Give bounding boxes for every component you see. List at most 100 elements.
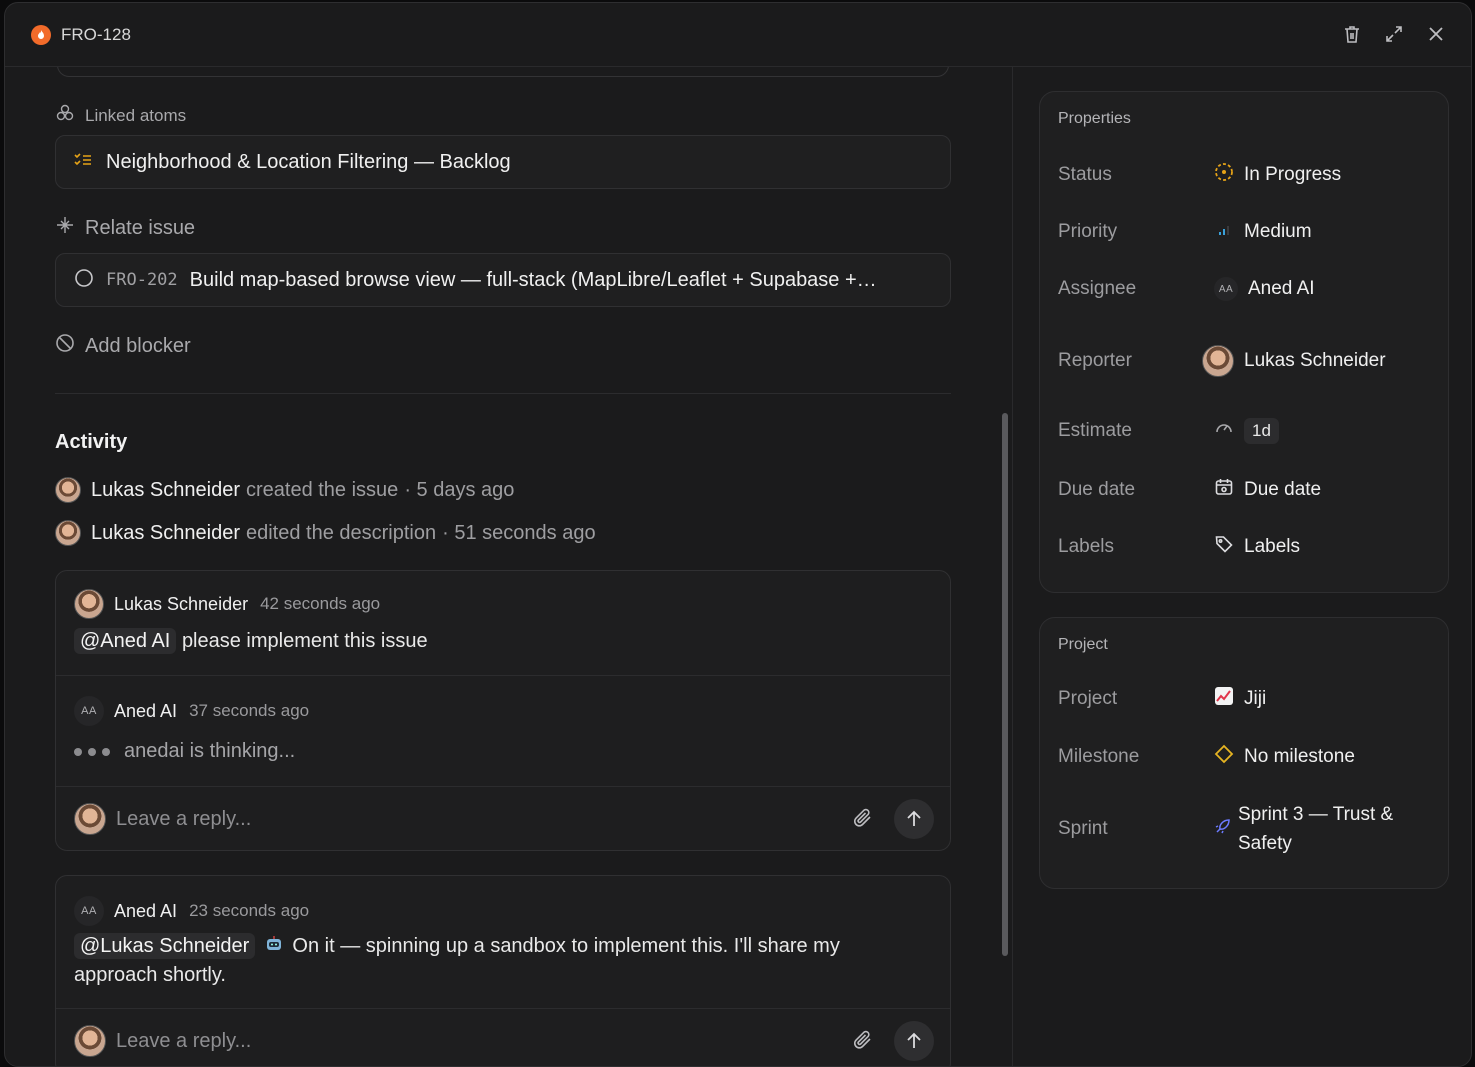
reply-placeholder[interactable]: Leave a reply...	[116, 808, 251, 831]
atoms-icon	[55, 103, 75, 128]
activity-title: Activity	[55, 431, 128, 453]
estimate-chip: 1d	[1244, 418, 1279, 444]
activity-author: Lukas Schneider	[91, 521, 240, 544]
activity-author: Lukas Schneider	[91, 478, 240, 501]
project-title: Project	[1058, 636, 1108, 653]
mention-chip[interactable]: @Lukas Schneider	[74, 933, 256, 959]
linked-atom-row[interactable]: Neighborhood & Location Filtering — Back…	[55, 135, 951, 189]
assignee-label: Assignee	[1058, 278, 1137, 299]
expand-icon[interactable]	[1383, 23, 1405, 45]
arrow-up-icon	[907, 1032, 921, 1048]
checklist-icon	[74, 152, 92, 173]
project-property[interactable]: Project Jiji	[1058, 686, 1438, 712]
assignee-avatar: AA	[1214, 277, 1238, 301]
related-issue-row[interactable]: FRO-202 Build map-based browse view — fu…	[55, 253, 951, 307]
in-progress-icon	[1214, 162, 1234, 188]
estimate-label: Estimate	[1058, 420, 1132, 441]
relate-issue-button[interactable]: Relate issue	[55, 215, 195, 241]
add-blocker-label: Add blocker	[85, 334, 191, 357]
top-bar: FRO-128	[5, 3, 1471, 67]
assignee-value: Aned AI	[1248, 278, 1315, 299]
due-date-property[interactable]: Due date Due date	[1058, 477, 1438, 503]
avatar	[74, 589, 104, 619]
milestone-property[interactable]: Milestone No milestone	[1058, 744, 1438, 770]
status-value: In Progress	[1244, 164, 1342, 185]
dot-icon	[74, 747, 82, 756]
activity-time: · 5 days ago	[404, 478, 515, 501]
diamond-icon	[1214, 744, 1234, 770]
sprint-value-line1: Sprint 3 — Trust &	[1238, 804, 1394, 825]
divider	[55, 393, 951, 394]
comment-time: 23 seconds ago	[189, 901, 310, 920]
reply-box[interactable]: Leave a reply...	[56, 787, 950, 850]
sprint-label: Sprint	[1058, 818, 1108, 839]
thinking-indicator: anedai is thinking...	[74, 737, 295, 766]
blocked-icon	[55, 333, 75, 359]
issue-main-panel: Linked atoms Neighborhood & Location Fil…	[5, 67, 1013, 1066]
arrow-up-icon	[907, 810, 921, 826]
avatar	[1202, 345, 1234, 377]
priority-property[interactable]: Priority Medium	[1058, 219, 1438, 245]
labels-property[interactable]: Labels Labels	[1058, 534, 1438, 560]
linked-atom-title: Neighborhood & Location Filtering — Back…	[106, 150, 511, 173]
comment: AA Aned AI 37 seconds ago anedai is thin…	[56, 676, 950, 787]
comment-time: 37 seconds ago	[189, 701, 310, 720]
paperclip-icon[interactable]	[852, 1029, 874, 1056]
comment-author: Aned AI	[114, 700, 178, 721]
related-issue-title: Build map-based browse view — full-stack…	[189, 268, 877, 291]
comment: AA Aned AI 23 seconds ago @Lukas Schneid…	[56, 876, 950, 1009]
reporter-property[interactable]: Reporter Lukas Schneider	[1058, 345, 1438, 377]
gauge-icon	[1214, 418, 1234, 444]
thinking-text: anedai is thinking...	[124, 740, 296, 762]
sprint-value: Sprint 3 — Trust & Safety	[1238, 800, 1393, 858]
close-icon[interactable]	[1425, 23, 1447, 45]
send-button[interactable]	[894, 799, 934, 839]
relate-icon	[55, 215, 75, 241]
description-box-edge	[57, 67, 949, 77]
estimate-property[interactable]: Estimate 1d	[1058, 418, 1438, 444]
paperclip-icon[interactable]	[852, 807, 874, 834]
related-issue-id: FRO-202	[106, 270, 178, 290]
calendar-icon	[1214, 477, 1234, 503]
status-property[interactable]: Status In Progress	[1058, 162, 1438, 188]
send-button[interactable]	[894, 1021, 934, 1061]
comment-time: 42 seconds ago	[260, 594, 381, 613]
assistant-avatar: AA	[74, 896, 104, 926]
fire-icon	[31, 24, 51, 45]
labels-label: Labels	[1058, 536, 1114, 557]
add-blocker-button[interactable]: Add blocker	[55, 333, 191, 359]
activity-action: edited the description	[245, 521, 437, 544]
chart-emoji-icon	[1214, 686, 1234, 712]
signal-bars-icon	[1214, 219, 1234, 245]
due-date-value: Due date	[1244, 479, 1322, 500]
labels-value: Labels	[1244, 536, 1300, 557]
issue-window: FRO-128 Linked atoms Neighborhood & Loca…	[4, 2, 1472, 1067]
avatar	[55, 477, 81, 503]
project-panel: Project Project Jiji Milestone No milest…	[1039, 617, 1449, 889]
properties-panel: Properties Status In Progress Priority M…	[1039, 91, 1449, 593]
properties-title: Properties	[1058, 110, 1131, 127]
tag-icon	[1214, 534, 1234, 560]
scrollbar[interactable]	[1002, 413, 1008, 956]
due-date-label: Due date	[1058, 479, 1136, 500]
comment: Lukas Schneider 42 seconds ago @Aned AI …	[56, 571, 950, 676]
assignee-property[interactable]: Assignee AA Aned AI	[1058, 277, 1438, 301]
comment-text: please implement this issue	[181, 630, 428, 652]
dot-icon	[88, 747, 96, 756]
mention-chip[interactable]: @Aned AI	[74, 628, 177, 654]
milestone-value: No milestone	[1244, 746, 1355, 767]
trash-icon[interactable]	[1341, 23, 1363, 45]
reply-box[interactable]: Leave a reply...	[56, 1009, 950, 1066]
status-label: Status	[1058, 164, 1112, 185]
priority-label: Priority	[1058, 221, 1118, 242]
avatar	[74, 803, 106, 835]
sprint-value-line2: Safety	[1238, 833, 1292, 854]
robot-icon	[265, 935, 289, 957]
milestone-label: Milestone	[1058, 746, 1140, 767]
activity-time: · 51 seconds ago	[442, 521, 596, 544]
comment-author: Lukas Schneider	[114, 593, 249, 614]
priority-value: Medium	[1244, 221, 1312, 242]
sprint-property[interactable]: Sprint Sprint 3 — Trust & Safety	[1058, 800, 1438, 858]
reply-placeholder[interactable]: Leave a reply...	[116, 1030, 251, 1053]
comment-thread: AA Aned AI 23 seconds ago @Lukas Schneid…	[55, 875, 951, 1066]
